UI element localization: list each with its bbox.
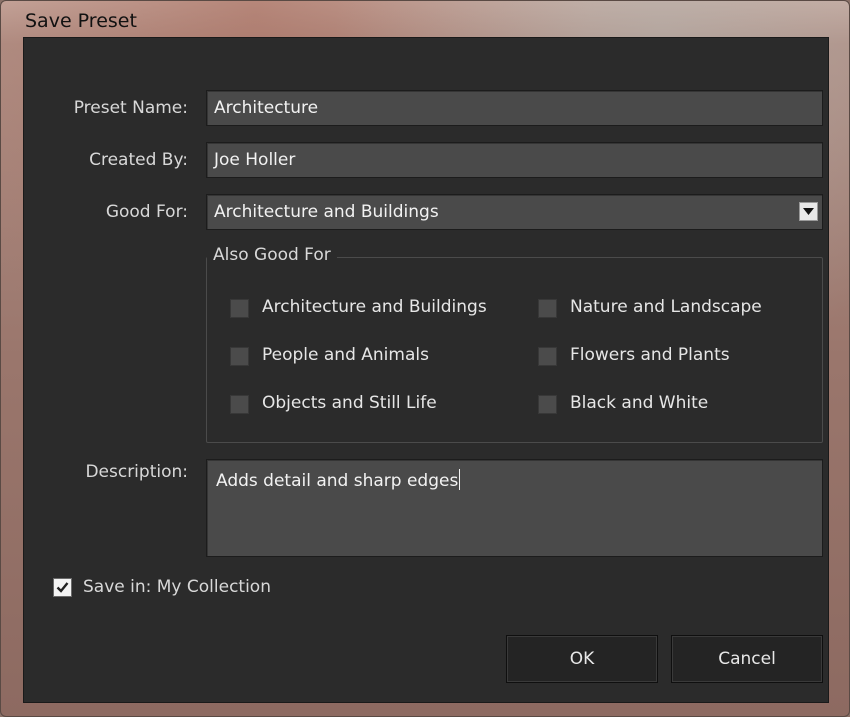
check-icon xyxy=(56,582,69,593)
checkbox[interactable] xyxy=(538,395,557,414)
description-textarea[interactable]: Adds detail and sharp edges xyxy=(206,459,823,557)
option-label: Flowers and Plants xyxy=(570,345,730,365)
good-for-label: Good For: xyxy=(105,202,188,222)
option-label: Objects and Still Life xyxy=(262,393,437,413)
also-good-for-group: Also Good For Architecture and Buildings… xyxy=(206,245,823,443)
created-by-input[interactable]: Joe Holler xyxy=(206,142,823,178)
checkbox[interactable] xyxy=(230,299,249,318)
ok-button[interactable]: OK xyxy=(506,635,658,683)
created-by-label: Created By: xyxy=(89,150,188,170)
checkbox[interactable] xyxy=(230,395,249,414)
option-label: Nature and Landscape xyxy=(570,297,762,317)
dialog-body: Preset Name: Architecture Created By: Jo… xyxy=(23,37,829,703)
also-good-for-legend: Also Good For xyxy=(207,245,337,265)
dialog-title: Save Preset xyxy=(25,10,137,32)
option-label: Black and White xyxy=(570,393,709,413)
checkbox[interactable] xyxy=(230,347,249,366)
good-for-select[interactable]: Architecture and Buildings xyxy=(206,194,823,230)
option-label: People and Animals xyxy=(262,345,429,365)
option-label: Architecture and Buildings xyxy=(262,297,487,317)
description-text: Adds detail and sharp edges xyxy=(216,471,459,491)
text-caret xyxy=(459,469,461,490)
title-bar[interactable]: Save Preset xyxy=(1,1,849,37)
good-for-selected-value: Architecture and Buildings xyxy=(214,202,439,222)
save-in-checkbox[interactable] xyxy=(53,578,72,597)
preset-name-label: Preset Name: xyxy=(73,98,188,118)
save-preset-dialog: Save Preset Preset Name: Architecture Cr… xyxy=(0,0,850,717)
preset-name-input[interactable]: Architecture xyxy=(206,90,823,126)
cancel-button[interactable]: Cancel xyxy=(671,635,823,683)
checkbox[interactable] xyxy=(538,347,557,366)
description-label: Description: xyxy=(85,462,188,482)
chevron-down-icon[interactable] xyxy=(799,202,818,221)
checkbox[interactable] xyxy=(538,299,557,318)
save-in-label[interactable]: Save in: My Collection xyxy=(83,577,271,597)
